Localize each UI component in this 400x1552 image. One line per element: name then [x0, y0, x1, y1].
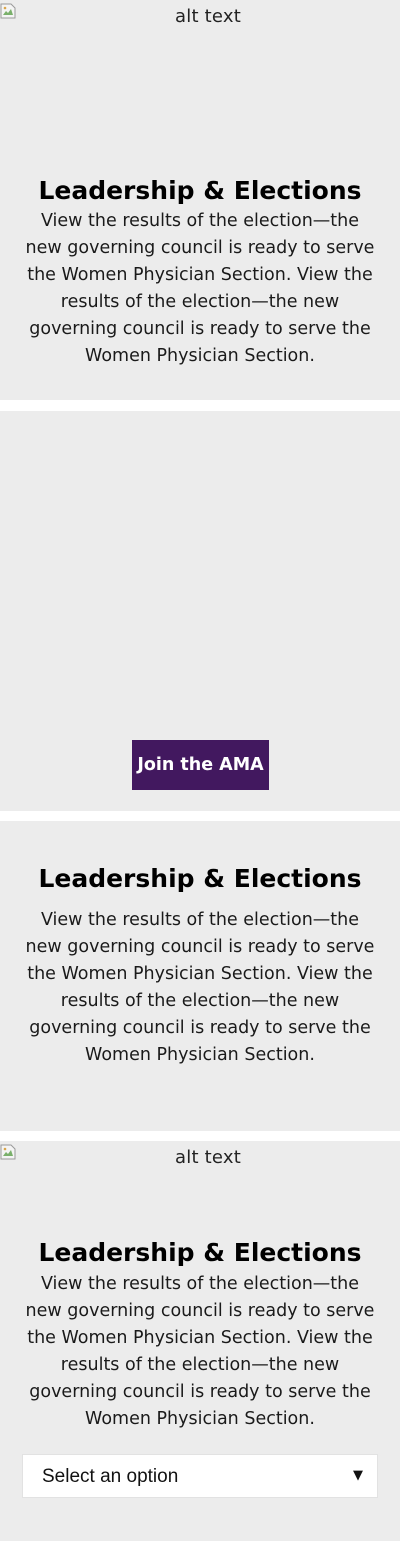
cta-card: Join the AMA [0, 411, 400, 811]
section-description: View the results of the election—the new… [25, 910, 375, 1065]
image-alt-text: alt text [175, 1147, 241, 1168]
section-1-image: alt text [0, 2, 400, 42]
join-ama-button[interactable]: Join the AMA [132, 740, 269, 790]
caret-down-icon: ▼ [353, 1468, 363, 1483]
select-value: Select an option [42, 1466, 179, 1487]
section-description: View the results of the election—the new… [25, 1274, 375, 1429]
section-heading: Leadership & Elections [38, 1238, 362, 1267]
content-card-4: alt text Leadership & Elections View the… [0, 1141, 400, 1541]
image-alt-text: alt text [175, 6, 241, 27]
section-heading: Leadership & Elections [38, 864, 362, 893]
section-4-image: alt text [0, 1143, 400, 1183]
section-description: View the results of the election—the new… [25, 211, 375, 366]
section-heading: Leadership & Elections [38, 176, 362, 205]
option-select[interactable]: Select an option ▼ [22, 1454, 378, 1498]
content-card-3: Leadership & Elections View the results … [0, 821, 400, 1131]
content-card-1: alt text Leadership & Elections View the… [0, 0, 400, 400]
